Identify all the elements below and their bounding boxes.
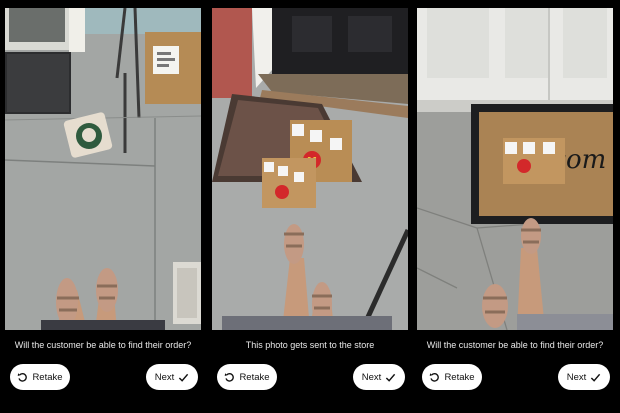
retake-button-label: Retake — [239, 371, 270, 383]
checkmark-icon — [179, 373, 189, 382]
photo-review-screen-2: M This photo gets sent to the store Reta… — [212, 0, 408, 413]
next-button[interactable]: Next — [146, 364, 198, 390]
photo-info-caption: This photo gets sent to the store — [245, 340, 375, 350]
photo-review-screen-3: elcom Will the customer be able to find … — [417, 0, 613, 413]
next-button[interactable]: Next — [558, 364, 610, 390]
photo-question-caption: Will the customer be able to find their … — [426, 340, 604, 350]
rotate-ccw-icon — [18, 372, 28, 382]
delivery-photo-doorstep-mcdonalds: M — [212, 8, 408, 330]
retake-button[interactable]: Retake — [217, 364, 277, 390]
rotate-ccw-icon — [430, 372, 440, 382]
photo-question-caption: Will the customer be able to find their … — [14, 340, 192, 350]
retake-button[interactable]: Retake — [422, 364, 482, 390]
retake-button[interactable]: Retake — [10, 364, 70, 390]
screenshot-strip: Will the customer be able to find their … — [0, 0, 620, 413]
photo-review-screen-1: Will the customer be able to find their … — [5, 0, 201, 413]
delivery-photo-welcome-mat: elcom — [417, 8, 613, 330]
checkmark-icon — [386, 373, 396, 382]
retake-button-label: Retake — [32, 371, 63, 383]
checkmark-icon — [591, 373, 601, 382]
next-button-label: Next — [566, 371, 587, 383]
next-button-label: Next — [361, 371, 382, 383]
next-button[interactable]: Next — [353, 364, 405, 390]
retake-button-label: Retake — [444, 371, 475, 383]
next-button-label: Next — [154, 371, 175, 383]
rotate-ccw-icon — [225, 372, 235, 382]
delivery-photo-porch-starbucks — [5, 8, 201, 330]
